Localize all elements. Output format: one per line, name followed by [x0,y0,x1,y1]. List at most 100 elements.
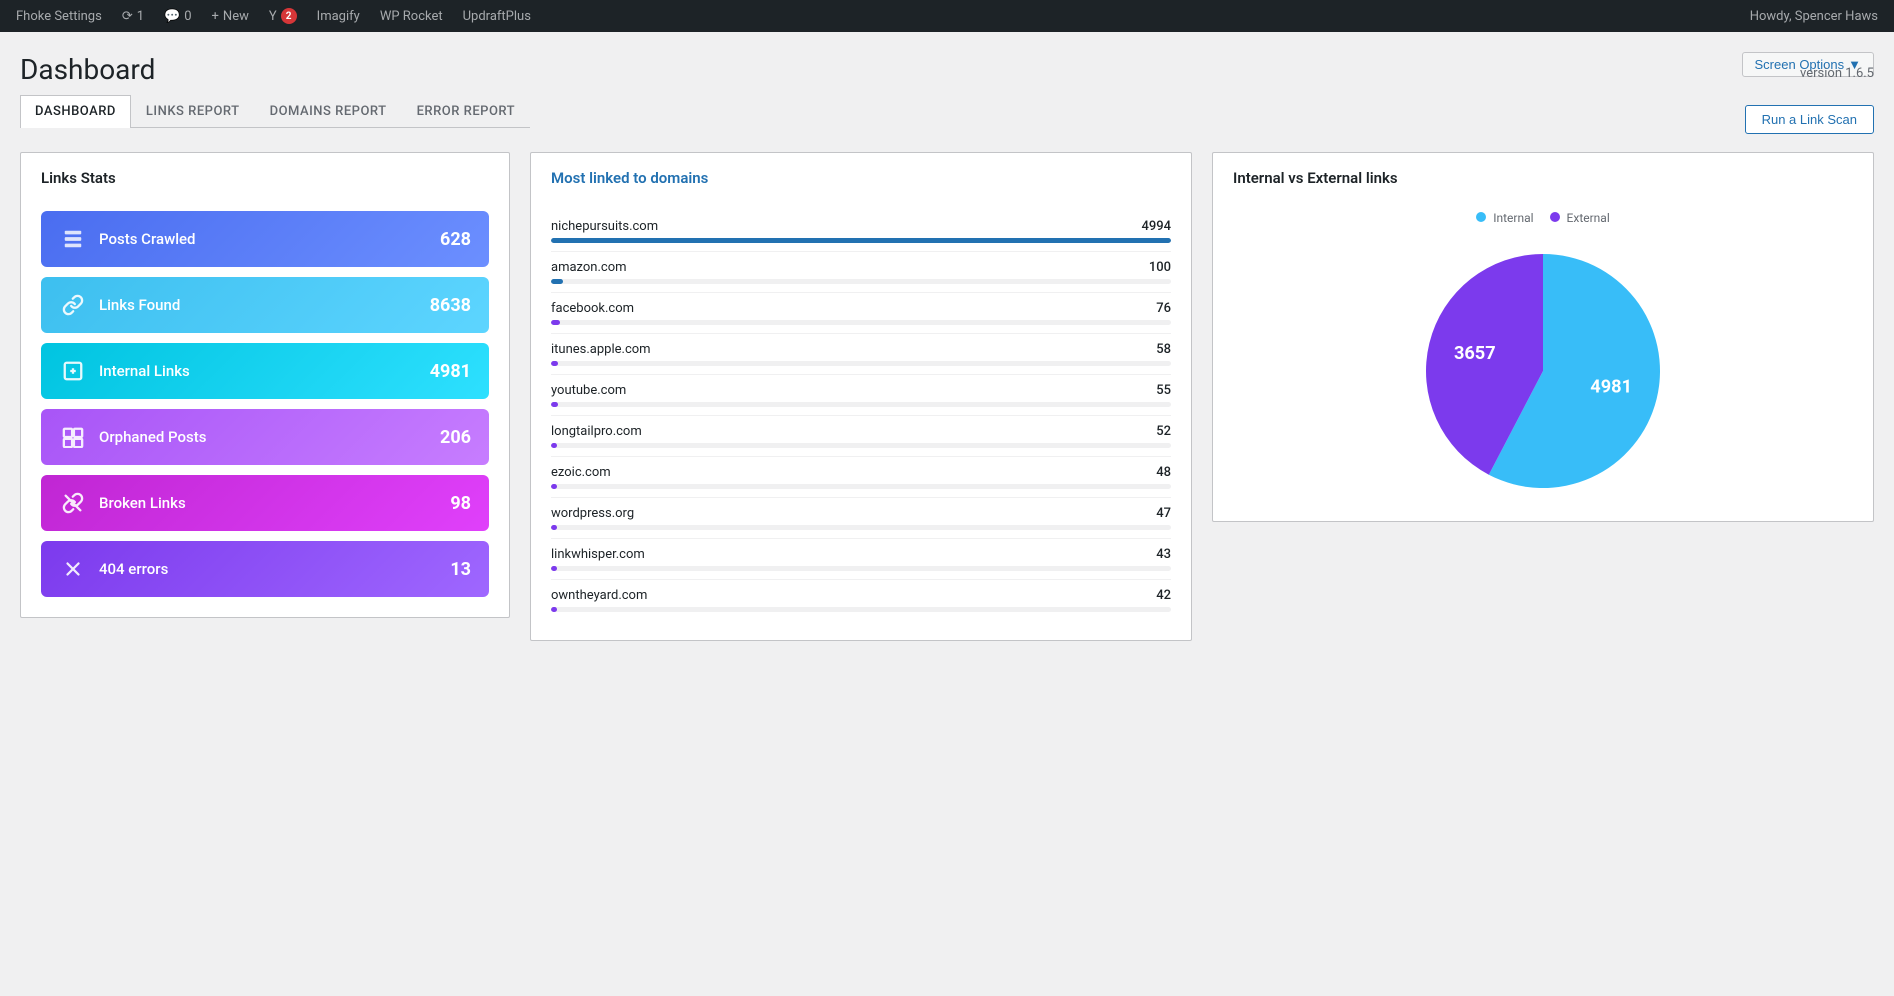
external-legend-label: External [1567,211,1610,225]
stat-left-404-errors: 404 errors [59,555,168,583]
internal-legend-item: Internal [1476,211,1533,225]
domain-name: amazon.com [551,260,627,275]
domain-row: facebook.com 76 [551,293,1171,334]
domain-row: itunes.apple.com 58 [551,334,1171,375]
stat-left-internal-links: Internal Links [59,357,190,385]
updraftplus-link[interactable]: UpdraftPlus [455,0,539,32]
domain-name: nichepursuits.com [551,219,658,234]
adminbar-left: Fhoke Settings ⟳ 1 💬 0 + New Y 2 Imagify… [8,0,539,32]
domain-count: 43 [1156,547,1171,562]
imagify-link[interactable]: Imagify [309,0,368,32]
domain-header: ezoic.com 48 [551,465,1171,480]
yoast-link[interactable]: Y 2 [261,0,305,32]
domain-name: youtube.com [551,383,626,398]
content-wrap: Dashboard Screen Options ▼ version 1.6.5… [0,32,1894,996]
internal-links-count: 4981 [430,361,471,382]
new-label: New [223,9,249,24]
run-scan-button[interactable]: Run a Link Scan [1745,105,1874,134]
domain-header: nichepursuits.com 4994 [551,219,1171,234]
domain-bar-fill [551,566,557,571]
domain-row: owntheyard.com 42 [551,580,1171,620]
domain-row: wordpress.org 47 [551,498,1171,539]
domain-bar-fill [551,525,557,530]
updates-icon: ⟳ [122,9,133,24]
domain-row: longtailpro.com 52 [551,416,1171,457]
domain-bar-bg [551,566,1171,571]
domain-header: amazon.com 100 [551,260,1171,275]
domains-title-highlight: domains [650,169,708,187]
domain-name: owntheyard.com [551,588,647,603]
comments-link[interactable]: 💬 0 [156,0,200,32]
tab-links-report[interactable]: LINKS REPORT [131,95,255,127]
404-errors-icon [59,555,87,583]
broken-links-label: Broken Links [99,494,186,512]
internal-legend-dot [1476,212,1486,222]
posts-crawled-icon [59,225,87,253]
stat-posts-crawled[interactable]: Posts Crawled 628 [41,211,489,267]
posts-crawled-count: 628 [440,229,471,250]
stat-404-errors[interactable]: 404 errors 13 [41,541,489,597]
domain-bar-bg [551,279,1171,284]
domain-header: wordpress.org 47 [551,506,1171,521]
updates-link[interactable]: ⟳ 1 [114,0,152,32]
domain-header: linkwhisper.com 43 [551,547,1171,562]
domain-row: ezoic.com 48 [551,457,1171,498]
nav-tabs: DASHBOARD LINKS REPORT DOMAINS REPORT ER… [20,95,530,128]
domain-name: linkwhisper.com [551,547,645,562]
site-name-link[interactable]: Fhoke Settings [8,0,110,32]
domain-count: 52 [1156,424,1171,439]
stat-left-orphaned-posts: Orphaned Posts [59,423,206,451]
howdy-text: Howdy, Spencer Haws [1750,9,1886,24]
domain-name: ezoic.com [551,465,611,480]
links-stats-body: Posts Crawled 628 Links Found 8638 [21,199,509,617]
links-stats-title: Links Stats [21,153,509,199]
domain-bar-fill [551,443,557,448]
pie-legend: Internal External [1476,211,1610,225]
domains-card-title: Most linked to domains [531,153,1191,199]
page-title: Dashboard [20,52,155,88]
pie-label: 3657 [1454,343,1496,364]
internal-links-icon [59,357,87,385]
comment-icon: 💬 [164,9,180,24]
domain-header: longtailpro.com 52 [551,424,1171,439]
domain-bar-fill [551,361,558,366]
domains-card: Most linked to domains nichepursuits.com… [530,152,1192,641]
domain-bar-bg [551,238,1171,243]
external-legend-dot [1550,212,1560,222]
domain-bar-fill [551,238,1171,243]
domain-count: 4994 [1141,219,1171,234]
tab-error-report[interactable]: ERROR REPORT [402,95,531,127]
links-found-count: 8638 [430,295,471,316]
domain-name: wordpress.org [551,506,634,521]
stat-links-found[interactable]: Links Found 8638 [41,277,489,333]
domain-bar-fill [551,320,560,325]
domain-count: 48 [1156,465,1171,480]
stat-broken-links[interactable]: Broken Links 98 [41,475,489,531]
domains-title-prefix: Most linked to [551,169,650,187]
title-block: Dashboard [20,52,155,88]
domain-bar-bg [551,361,1171,366]
links-found-icon [59,291,87,319]
domain-row: nichepursuits.com 4994 [551,211,1171,252]
comments-count: 0 [184,9,191,24]
domain-header: youtube.com 55 [551,383,1171,398]
nav-row: DASHBOARD LINKS REPORT DOMAINS REPORT ER… [20,91,1874,148]
domain-bar-fill [551,607,557,612]
updates-count: 1 [137,9,144,24]
domain-name: itunes.apple.com [551,342,651,357]
stat-internal-links[interactable]: Internal Links 4981 [41,343,489,399]
domain-row: linkwhisper.com 43 [551,539,1171,580]
yoast-icon: Y [269,9,277,24]
pie-chart-card: Internal vs External links Internal Exte… [1212,152,1874,522]
domain-row: amazon.com 100 [551,252,1171,293]
new-content-link[interactable]: + New [204,0,257,32]
stat-orphaned-posts[interactable]: Orphaned Posts 206 [41,409,489,465]
orphaned-posts-label: Orphaned Posts [99,428,206,446]
404-errors-label: 404 errors [99,560,168,578]
wp-rocket-link[interactable]: WP Rocket [372,0,451,32]
tab-dashboard[interactable]: DASHBOARD [20,95,131,128]
posts-crawled-label: Posts Crawled [99,230,196,248]
domain-bar-bg [551,607,1171,612]
tab-domains-report[interactable]: DOMAINS REPORT [255,95,402,127]
links-found-label: Links Found [99,296,180,314]
